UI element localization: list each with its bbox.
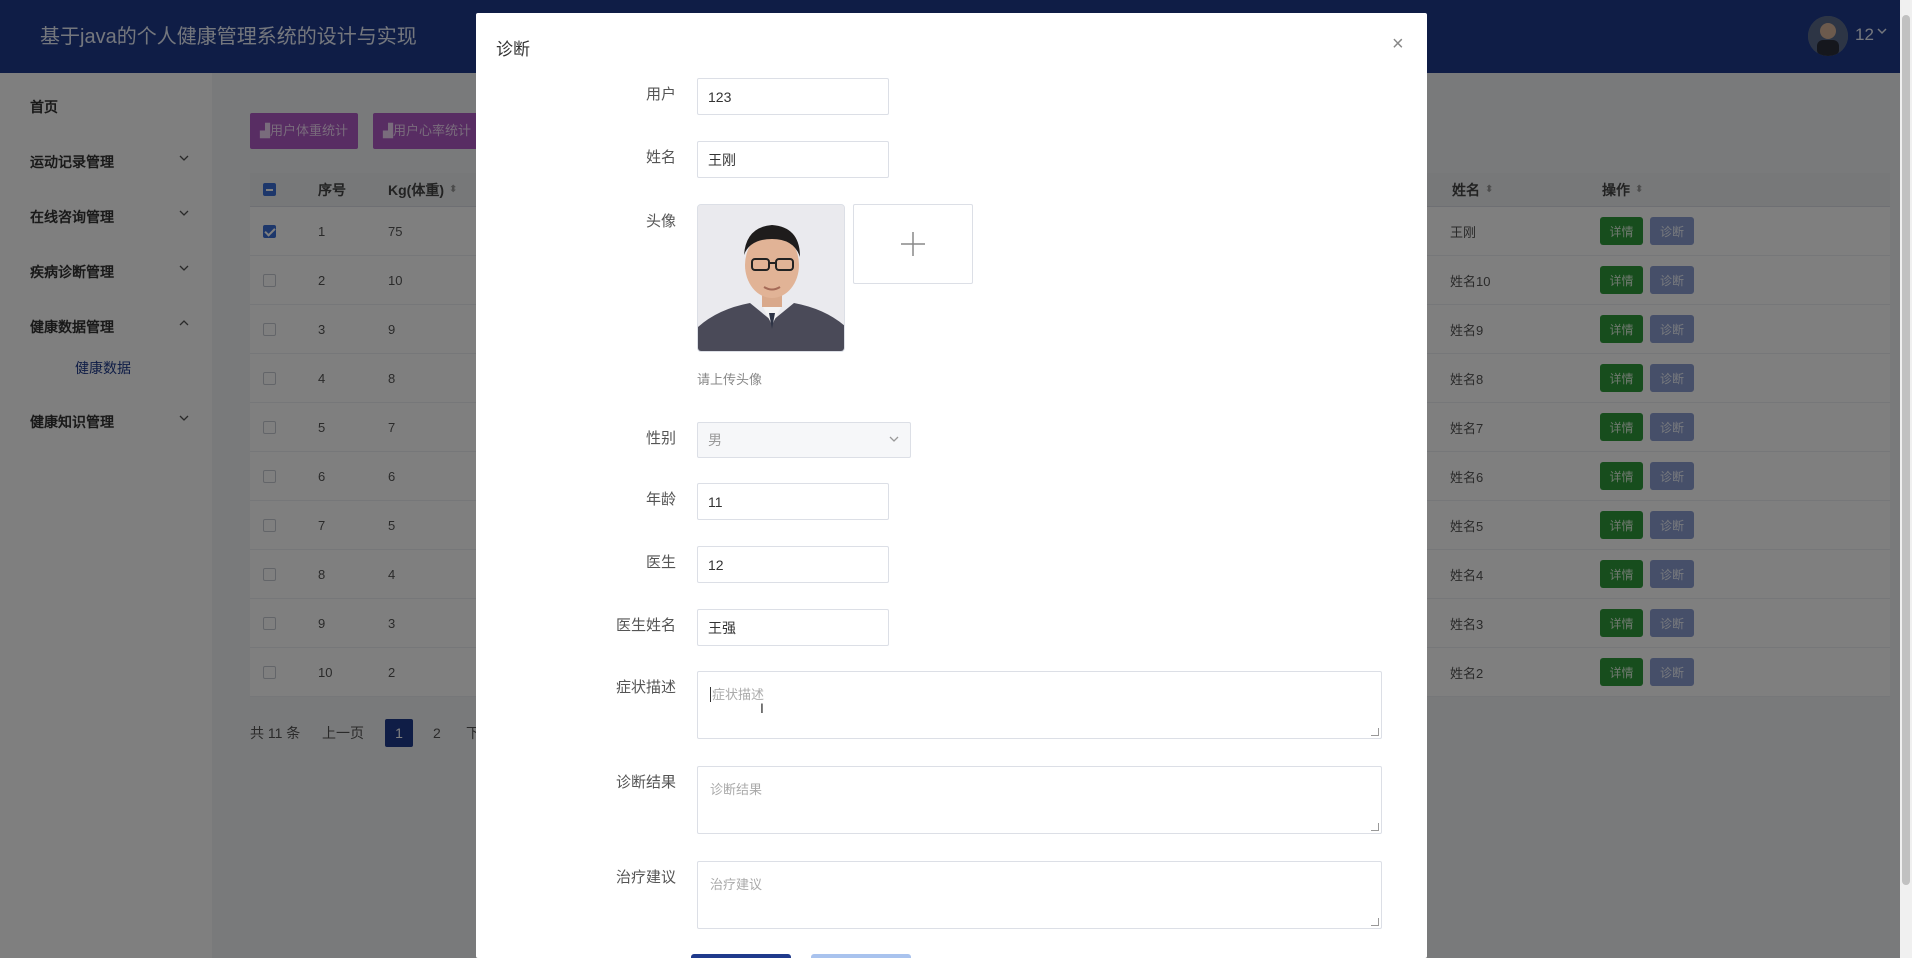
symptom-textarea[interactable]: 症状描述 I bbox=[697, 671, 1382, 739]
avatar-hint: 请上传头像 bbox=[697, 372, 763, 387]
symptom-placeholder: 症状描述 bbox=[710, 687, 765, 702]
advice-placeholder: 治疗建议 bbox=[710, 877, 763, 892]
doctor-field[interactable]: 12 bbox=[697, 546, 889, 583]
portrait-image bbox=[698, 205, 844, 351]
resize-handle[interactable] bbox=[1371, 918, 1379, 926]
age-field[interactable]: 11 bbox=[697, 483, 889, 520]
close-icon[interactable]: × bbox=[1392, 33, 1404, 56]
submit-button[interactable] bbox=[691, 954, 791, 958]
dialog-title: 诊断 bbox=[496, 40, 530, 59]
gender-label: 性别 bbox=[645, 430, 676, 447]
gender-value: 男 bbox=[708, 432, 722, 448]
resize-handle[interactable] bbox=[1371, 728, 1379, 736]
age-label: 年龄 bbox=[645, 491, 676, 508]
plus-icon bbox=[901, 232, 925, 256]
resize-handle[interactable] bbox=[1371, 823, 1379, 831]
text-cursor-icon: I bbox=[760, 700, 764, 716]
cancel-button[interactable] bbox=[811, 954, 911, 958]
user-label: 用户 bbox=[645, 86, 676, 103]
avatar-label: 头像 bbox=[645, 213, 676, 230]
result-label: 诊断结果 bbox=[615, 774, 676, 791]
name-field[interactable]: 王刚 bbox=[697, 141, 889, 178]
name-label: 姓名 bbox=[645, 149, 676, 166]
scrollbar-thumb[interactable] bbox=[1902, 15, 1910, 885]
doctor-label: 医生 bbox=[645, 554, 676, 571]
user-field[interactable]: 123 bbox=[697, 78, 889, 115]
upload-avatar-button[interactable] bbox=[853, 204, 973, 284]
advice-label: 治疗建议 bbox=[615, 869, 676, 886]
doctor-name-label: 医生姓名 bbox=[615, 617, 676, 634]
doctor-name-field[interactable]: 王强 bbox=[697, 609, 889, 646]
advice-textarea[interactable]: 治疗建议 bbox=[697, 861, 1382, 929]
result-textarea[interactable]: 诊断结果 bbox=[697, 766, 1382, 834]
gender-select[interactable]: 男 bbox=[697, 422, 911, 458]
avatar-photo[interactable] bbox=[697, 204, 845, 352]
chevron-down-icon bbox=[888, 432, 900, 448]
diagnosis-dialog: 诊断 × 用户 123 姓名 王刚 头像 请上传头像 性别 男 年龄 11 医生… bbox=[476, 13, 1427, 958]
page-scrollbar[interactable] bbox=[1900, 0, 1912, 958]
symptom-label: 症状描述 bbox=[615, 679, 676, 696]
result-placeholder: 诊断结果 bbox=[710, 782, 763, 797]
